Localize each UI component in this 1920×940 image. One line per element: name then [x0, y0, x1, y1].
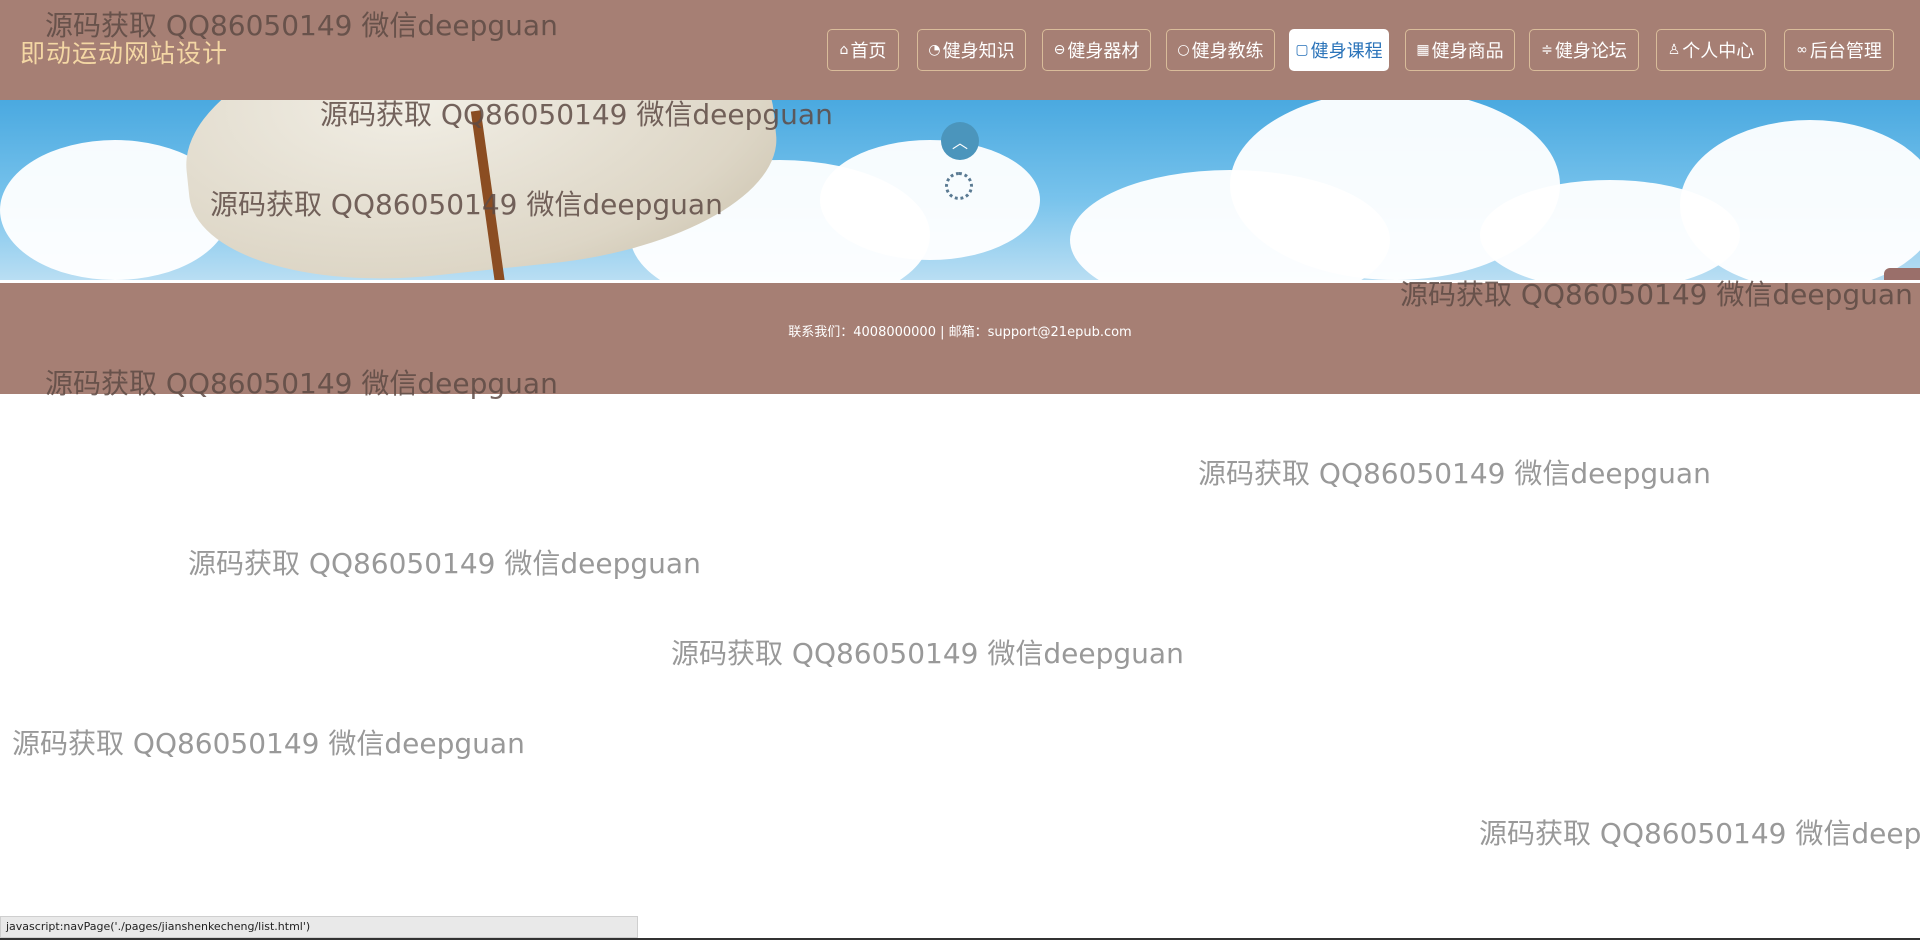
shop-icon: ▦ [1416, 42, 1430, 58]
equipment-icon: ⊖ [1053, 42, 1066, 58]
link-icon: ∞ [1796, 42, 1808, 58]
browser-status-bar: javascript:navPage('./pages/jianshenkech… [0, 916, 638, 938]
nav-admin[interactable]: ∞ 后台管理 [1784, 29, 1894, 71]
watermark: 源码获取 QQ86050149 微信deepguan [1479, 817, 1920, 850]
watermark: 源码获取 QQ86050149 微信deepguan [1198, 457, 1711, 490]
page: 即动运动网站设计 ⌂ 首页 ◔ 健身知识 ⊖ 健身器材 ○ 健身教练 ▢ 健身课程 ▦ 健身… [0, 0, 1920, 940]
nav-fitness-course[interactable]: ▢ 健身课程 [1289, 29, 1389, 71]
nav-label: 后台管理 [1809, 41, 1882, 62]
loading-spinner-icon [945, 172, 973, 200]
nav-fitness-shop[interactable]: ▦ 健身商品 [1405, 29, 1515, 71]
nav-fitness-forum[interactable]: ≑ 健身论坛 [1529, 29, 1639, 71]
scroll-up-button[interactable]: ︿ [941, 122, 979, 160]
nav-label: 首页 [850, 41, 887, 62]
nav-label: 个人中心 [1682, 41, 1755, 62]
nav-fitness-knowledge[interactable]: ◔ 健身知识 [917, 29, 1026, 71]
forum-icon: ≑ [1541, 42, 1553, 58]
nav-home[interactable]: ⌂ 首页 [827, 29, 899, 71]
nav-personal-center[interactable]: ♙ 个人中心 [1656, 29, 1766, 71]
home-icon: ⌂ [839, 42, 849, 58]
watermark: 源码获取 QQ86050149 微信deepguan [671, 637, 1184, 670]
nav-label: 健身教练 [1191, 41, 1264, 62]
footer-contact: 联系我们：4008000000 | 邮箱：support@21epub.com [788, 325, 1132, 340]
nav-fitness-coach[interactable]: ○ 健身教练 [1166, 29, 1275, 71]
nav-fitness-equipment[interactable]: ⊖ 健身器材 [1042, 29, 1151, 71]
nav-label: 健身知识 [942, 41, 1015, 62]
cloud [820, 140, 1040, 260]
user-icon: ♙ [1667, 42, 1681, 58]
cloud [1680, 120, 1920, 280]
nav-label: 健身课程 [1310, 41, 1383, 62]
header: 即动运动网站设计 ⌂ 首页 ◔ 健身知识 ⊖ 健身器材 ○ 健身教练 ▢ 健身课程 ▦ 健身… [0, 0, 1920, 100]
side-tab[interactable] [1884, 268, 1920, 280]
watermark: 源码获取 QQ86050149 微信deepguan [188, 547, 701, 580]
watermark: 源码获取 QQ86050149 微信deepguan [12, 727, 525, 760]
nav-label: 健身商品 [1431, 41, 1504, 62]
coach-icon: ○ [1177, 42, 1190, 58]
main-nav: ⌂ 首页 ◔ 健身知识 ⊖ 健身器材 ○ 健身教练 ▢ 健身课程 ▦ 健身商品 ≑ 健身论坛 … [0, 29, 1920, 73]
chevron-up-icon: ︿ [951, 133, 968, 152]
nav-label: 健身器材 [1067, 41, 1140, 62]
knowledge-icon: ◔ [928, 42, 941, 58]
nav-label: 健身论坛 [1554, 41, 1627, 62]
course-icon: ▢ [1295, 42, 1309, 58]
banner-carousel: ︿ [0, 100, 1920, 280]
footer: 联系我们：4008000000 | 邮箱：support@21epub.com [0, 280, 1920, 394]
